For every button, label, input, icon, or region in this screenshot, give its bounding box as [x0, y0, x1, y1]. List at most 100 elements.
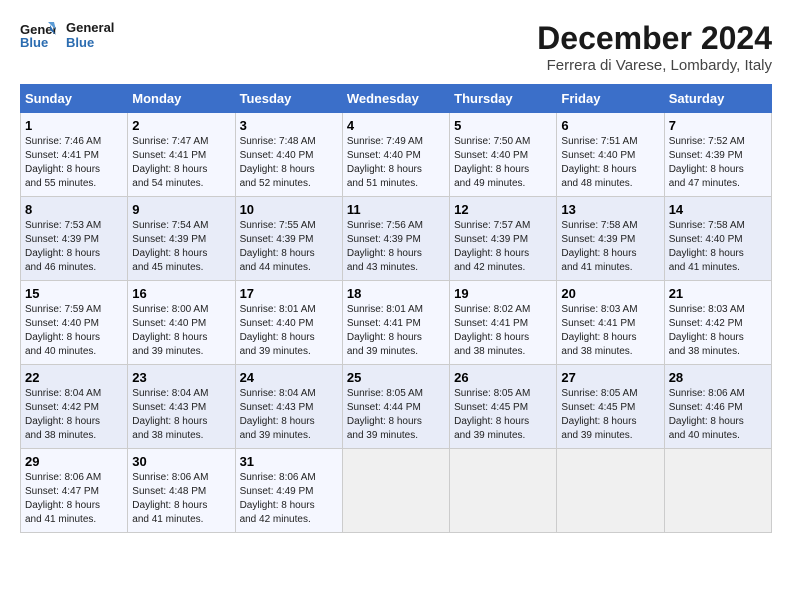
- day-number: 8: [25, 202, 123, 217]
- day-info: Sunrise: 8:00 AMSunset: 4:40 PMDaylight:…: [132, 303, 230, 359]
- table-row: 25 Sunrise: 8:05 AMSunset: 4:44 PMDaylig…: [342, 365, 449, 449]
- day-number: 17: [240, 286, 338, 301]
- table-row: 14 Sunrise: 7:58 AMSunset: 4:40 PMDaylig…: [664, 197, 771, 281]
- day-header-sunday: Sunday: [21, 85, 128, 113]
- month-title: December 2024: [537, 20, 772, 57]
- day-info: Sunrise: 8:01 AMSunset: 4:40 PMDaylight:…: [240, 303, 338, 359]
- day-number: 7: [669, 118, 767, 133]
- day-info: Sunrise: 7:55 AMSunset: 4:39 PMDaylight:…: [240, 219, 338, 275]
- table-row: 20 Sunrise: 8:03 AMSunset: 4:41 PMDaylig…: [557, 281, 664, 365]
- table-row: 2 Sunrise: 7:47 AMSunset: 4:41 PMDayligh…: [128, 113, 235, 197]
- day-number: 25: [347, 370, 445, 385]
- table-row: 30 Sunrise: 8:06 AMSunset: 4:48 PMDaylig…: [128, 449, 235, 533]
- table-row: 23 Sunrise: 8:04 AMSunset: 4:43 PMDaylig…: [128, 365, 235, 449]
- svg-text:Blue: Blue: [20, 35, 48, 50]
- table-row: [342, 449, 449, 533]
- day-header-saturday: Saturday: [664, 85, 771, 113]
- day-number: 2: [132, 118, 230, 133]
- table-row: 19 Sunrise: 8:02 AMSunset: 4:41 PMDaylig…: [450, 281, 557, 365]
- day-info: Sunrise: 8:05 AMSunset: 4:44 PMDaylight:…: [347, 387, 445, 443]
- day-number: 27: [561, 370, 659, 385]
- table-row: 4 Sunrise: 7:49 AMSunset: 4:40 PMDayligh…: [342, 113, 449, 197]
- day-number: 22: [25, 370, 123, 385]
- title-area: December 2024 Ferrera di Varese, Lombard…: [537, 20, 772, 74]
- table-row: 18 Sunrise: 8:01 AMSunset: 4:41 PMDaylig…: [342, 281, 449, 365]
- day-info: Sunrise: 7:52 AMSunset: 4:39 PMDaylight:…: [669, 135, 767, 191]
- table-row: 5 Sunrise: 7:50 AMSunset: 4:40 PMDayligh…: [450, 113, 557, 197]
- table-row: 26 Sunrise: 8:05 AMSunset: 4:45 PMDaylig…: [450, 365, 557, 449]
- table-row: 21 Sunrise: 8:03 AMSunset: 4:42 PMDaylig…: [664, 281, 771, 365]
- day-info: Sunrise: 8:05 AMSunset: 4:45 PMDaylight:…: [454, 387, 552, 443]
- day-number: 16: [132, 286, 230, 301]
- day-number: 11: [347, 202, 445, 217]
- table-row: [664, 449, 771, 533]
- day-number: 14: [669, 202, 767, 217]
- table-row: 7 Sunrise: 7:52 AMSunset: 4:39 PMDayligh…: [664, 113, 771, 197]
- day-info: Sunrise: 8:03 AMSunset: 4:42 PMDaylight:…: [669, 303, 767, 359]
- day-info: Sunrise: 7:56 AMSunset: 4:39 PMDaylight:…: [347, 219, 445, 275]
- day-info: Sunrise: 8:04 AMSunset: 4:42 PMDaylight:…: [25, 387, 123, 443]
- day-info: Sunrise: 7:46 AMSunset: 4:41 PMDaylight:…: [25, 135, 123, 191]
- day-info: Sunrise: 8:06 AMSunset: 4:49 PMDaylight:…: [240, 471, 338, 527]
- day-number: 20: [561, 286, 659, 301]
- table-row: 1 Sunrise: 7:46 AMSunset: 4:41 PMDayligh…: [21, 113, 128, 197]
- table-row: 27 Sunrise: 8:05 AMSunset: 4:45 PMDaylig…: [557, 365, 664, 449]
- day-number: 30: [132, 454, 230, 469]
- day-info: Sunrise: 7:54 AMSunset: 4:39 PMDaylight:…: [132, 219, 230, 275]
- day-info: Sunrise: 8:04 AMSunset: 4:43 PMDaylight:…: [132, 387, 230, 443]
- table-row: 6 Sunrise: 7:51 AMSunset: 4:40 PMDayligh…: [557, 113, 664, 197]
- table-row: 16 Sunrise: 8:00 AMSunset: 4:40 PMDaylig…: [128, 281, 235, 365]
- table-row: 17 Sunrise: 8:01 AMSunset: 4:40 PMDaylig…: [235, 281, 342, 365]
- day-header-tuesday: Tuesday: [235, 85, 342, 113]
- day-number: 3: [240, 118, 338, 133]
- day-info: Sunrise: 8:06 AMSunset: 4:48 PMDaylight:…: [132, 471, 230, 527]
- day-info: Sunrise: 7:49 AMSunset: 4:40 PMDaylight:…: [347, 135, 445, 191]
- logo-icon: General Blue: [20, 20, 56, 50]
- day-number: 9: [132, 202, 230, 217]
- calendar-table: SundayMondayTuesdayWednesdayThursdayFrid…: [20, 84, 772, 533]
- day-number: 15: [25, 286, 123, 301]
- logo-line2: Blue: [66, 35, 114, 50]
- table-row: [450, 449, 557, 533]
- day-number: 6: [561, 118, 659, 133]
- logo: General Blue General Blue: [20, 20, 114, 50]
- location: Ferrera di Varese, Lombardy, Italy: [537, 57, 772, 74]
- day-number: 28: [669, 370, 767, 385]
- day-number: 19: [454, 286, 552, 301]
- day-number: 29: [25, 454, 123, 469]
- day-info: Sunrise: 7:53 AMSunset: 4:39 PMDaylight:…: [25, 219, 123, 275]
- table-row: 15 Sunrise: 7:59 AMSunset: 4:40 PMDaylig…: [21, 281, 128, 365]
- page-header: General Blue General Blue December 2024 …: [20, 20, 772, 74]
- table-row: 13 Sunrise: 7:58 AMSunset: 4:39 PMDaylig…: [557, 197, 664, 281]
- day-number: 23: [132, 370, 230, 385]
- day-number: 26: [454, 370, 552, 385]
- table-row: 11 Sunrise: 7:56 AMSunset: 4:39 PMDaylig…: [342, 197, 449, 281]
- day-header-thursday: Thursday: [450, 85, 557, 113]
- table-row: 8 Sunrise: 7:53 AMSunset: 4:39 PMDayligh…: [21, 197, 128, 281]
- table-row: [557, 449, 664, 533]
- table-row: 12 Sunrise: 7:57 AMSunset: 4:39 PMDaylig…: [450, 197, 557, 281]
- day-number: 13: [561, 202, 659, 217]
- day-header-wednesday: Wednesday: [342, 85, 449, 113]
- day-number: 31: [240, 454, 338, 469]
- table-row: 28 Sunrise: 8:06 AMSunset: 4:46 PMDaylig…: [664, 365, 771, 449]
- day-header-monday: Monday: [128, 85, 235, 113]
- day-number: 1: [25, 118, 123, 133]
- day-number: 12: [454, 202, 552, 217]
- day-info: Sunrise: 8:02 AMSunset: 4:41 PMDaylight:…: [454, 303, 552, 359]
- day-number: 10: [240, 202, 338, 217]
- day-info: Sunrise: 8:03 AMSunset: 4:41 PMDaylight:…: [561, 303, 659, 359]
- table-row: 9 Sunrise: 7:54 AMSunset: 4:39 PMDayligh…: [128, 197, 235, 281]
- table-row: 10 Sunrise: 7:55 AMSunset: 4:39 PMDaylig…: [235, 197, 342, 281]
- day-info: Sunrise: 8:05 AMSunset: 4:45 PMDaylight:…: [561, 387, 659, 443]
- table-row: 31 Sunrise: 8:06 AMSunset: 4:49 PMDaylig…: [235, 449, 342, 533]
- day-info: Sunrise: 8:06 AMSunset: 4:47 PMDaylight:…: [25, 471, 123, 527]
- day-number: 21: [669, 286, 767, 301]
- day-info: Sunrise: 8:04 AMSunset: 4:43 PMDaylight:…: [240, 387, 338, 443]
- day-info: Sunrise: 7:50 AMSunset: 4:40 PMDaylight:…: [454, 135, 552, 191]
- table-row: 24 Sunrise: 8:04 AMSunset: 4:43 PMDaylig…: [235, 365, 342, 449]
- day-header-friday: Friday: [557, 85, 664, 113]
- day-info: Sunrise: 8:01 AMSunset: 4:41 PMDaylight:…: [347, 303, 445, 359]
- day-info: Sunrise: 7:58 AMSunset: 4:39 PMDaylight:…: [561, 219, 659, 275]
- table-row: 29 Sunrise: 8:06 AMSunset: 4:47 PMDaylig…: [21, 449, 128, 533]
